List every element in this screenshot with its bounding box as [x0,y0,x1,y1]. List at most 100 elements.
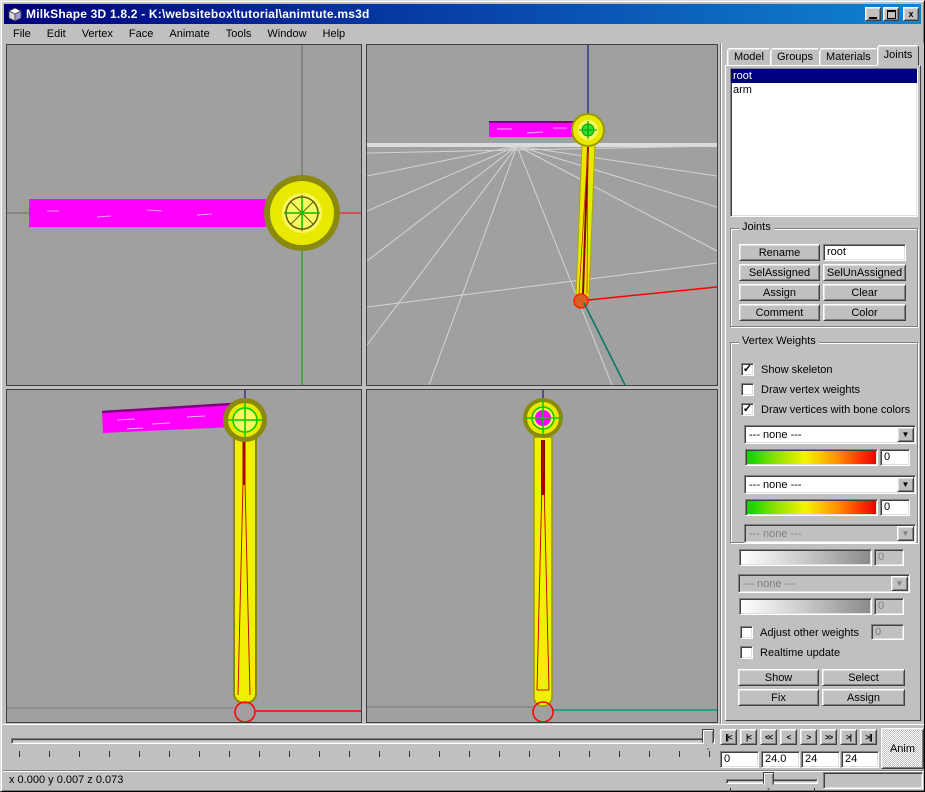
menu-help[interactable]: Help [315,27,354,41]
end-frame-field[interactable]: 24 [841,751,879,768]
joint-name-field[interactable]: root [823,244,906,261]
speed-slider-tick [814,788,815,792]
chevron-down-icon[interactable]: ▼ [897,477,914,492]
weight-gradient-2[interactable] [745,499,878,516]
draw-vertex-weights-row: Draw vertex weights [741,383,860,396]
vertex-weights-group-label: Vertex Weights [739,335,819,347]
root-joint [223,398,267,442]
chevron-down-icon: ▼ [897,526,914,541]
panel-tabs: Model Groups Materials Joints [727,45,918,66]
tab-materials[interactable]: Materials [819,48,878,66]
adjust-other-weights-checkbox[interactable] [740,626,753,639]
chevron-down-icon[interactable]: ▼ [897,427,914,442]
vertex-weights-groupbox: Vertex Weights Show skeleton Draw vertex… [730,342,918,543]
coordinates-readout: x 0.000 y 0.007 z 0.073 [9,774,123,786]
timeline-ticks [19,751,715,757]
speed-slider-thumb[interactable] [763,772,774,790]
status-extra-box [823,772,923,789]
bone-mesh [234,438,256,703]
joint-list[interactable]: root arm [730,68,918,217]
draw-bone-colors-checkbox[interactable] [741,403,754,416]
realtime-update-checkbox[interactable] [740,646,753,659]
bone-combo-1-value: --- none --- [745,429,897,441]
end-joint [235,702,255,722]
total-frames-field[interactable]: 24 [801,751,840,768]
sel-assigned-button[interactable]: SelAssigned [739,264,820,281]
joint-list-item-root[interactable]: root [731,69,917,83]
viewport-side[interactable] [366,389,718,723]
menu-vertex[interactable]: Vertex [74,27,121,41]
menu-file[interactable]: File [5,27,39,41]
tab-joints[interactable]: Joints [877,45,920,66]
weight-gradient-1[interactable] [745,449,878,466]
side-panel: Model Groups Materials Joints root arm J… [720,43,924,724]
bone-combo-2[interactable]: --- none --- ▼ [744,475,916,494]
menu-face[interactable]: Face [121,27,161,41]
title-bar[interactable]: MilkShape 3D 1.8.2 - K:\websitebox\tutor… [4,4,921,24]
color-button[interactable]: Color [823,304,906,321]
window-title: MilkShape 3D 1.8.2 - K:\websitebox\tutor… [26,7,863,21]
show-skeleton-checkbox[interactable] [741,363,754,376]
joint-assign-button[interactable]: Assign [739,284,820,301]
bone-combo-3: --- none --- ▼ [744,524,916,543]
rename-button[interactable]: Rename [739,244,820,261]
viewport-perspective[interactable] [366,44,718,386]
tab-model[interactable]: Model [727,48,771,66]
timeline-track[interactable] [11,738,715,744]
select-button[interactable]: Select [822,669,905,686]
bone-combo-1[interactable]: --- none --- ▼ [744,425,916,444]
menu-tools[interactable]: Tools [218,27,260,41]
viewport-vertical-splitter[interactable] [362,44,366,723]
menu-animate[interactable]: Animate [161,27,217,41]
joint-clear-button[interactable]: Clear [823,284,906,301]
tab-groups[interactable]: Groups [770,48,820,66]
next-keyframe-button[interactable]: >| [840,729,857,745]
joints-groupbox: Joints Rename root SelAssigned SelUnAssi… [730,228,918,327]
weight-gradient-3 [739,549,872,566]
app-window: MilkShape 3D 1.8.2 - K:\websitebox\tutor… [0,0,925,792]
status-bar: x 0.000 y 0.007 z 0.073 [3,770,924,790]
viewport-horizontal-splitter[interactable] [6,386,718,389]
sel-unassigned-button[interactable]: SelUnAssigned [823,264,906,281]
speed-slider-tick [730,788,731,792]
weight-value-2[interactable]: 0 [880,499,910,516]
comment-button[interactable]: Comment [739,304,820,321]
first-frame-button[interactable]: ||< [720,729,737,745]
last-frame-button[interactable]: >|| [860,729,877,745]
fix-button[interactable]: Fix [738,689,819,706]
root-joint [572,114,604,146]
maximize-icon [887,10,896,19]
menu-window[interactable]: Window [259,27,314,41]
fast-forward-button[interactable]: >> [820,729,837,745]
show-button[interactable]: Show [738,669,819,686]
menu-edit[interactable]: Edit [39,27,74,41]
fast-rewind-button[interactable]: << [760,729,777,745]
joints-group-label: Joints [739,221,774,233]
prev-keyframe-button[interactable]: |< [740,729,757,745]
next-frame-button[interactable]: > [800,729,817,745]
minimize-button[interactable] [865,7,881,21]
close-button[interactable]: x [903,7,919,21]
show-skeleton-row: Show skeleton [741,363,833,376]
joint-list-item-arm[interactable]: arm [731,83,917,97]
chevron-down-icon: ▼ [891,576,908,591]
draw-vertex-weights-checkbox[interactable] [741,383,754,396]
close-icon: x [908,9,913,19]
assign-button[interactable]: Assign [822,689,905,706]
current-frame-field[interactable]: 0 [720,751,759,768]
timeline-thumb[interactable] [702,729,714,750]
viewport-front[interactable] [6,389,362,723]
bone-combo-3-value: --- none --- [745,528,897,540]
prev-frame-button[interactable]: < [780,729,797,745]
bone-mesh [534,437,552,706]
viewport-side-scene [367,390,717,722]
maximize-button[interactable] [883,7,899,21]
draw-vertex-weights-label: Draw vertex weights [761,384,860,396]
viewport-top-left[interactable] [6,44,362,386]
show-skeleton-label: Show skeleton [761,364,833,376]
weight-value-1[interactable]: 0 [880,449,910,466]
draw-bone-colors-label: Draw vertices with bone colors [761,404,910,416]
adjust-other-weights-label: Adjust other weights [760,627,859,639]
anim-mode-toggle[interactable]: Anim [881,728,924,769]
fps-field[interactable]: 24.0 [761,751,800,768]
